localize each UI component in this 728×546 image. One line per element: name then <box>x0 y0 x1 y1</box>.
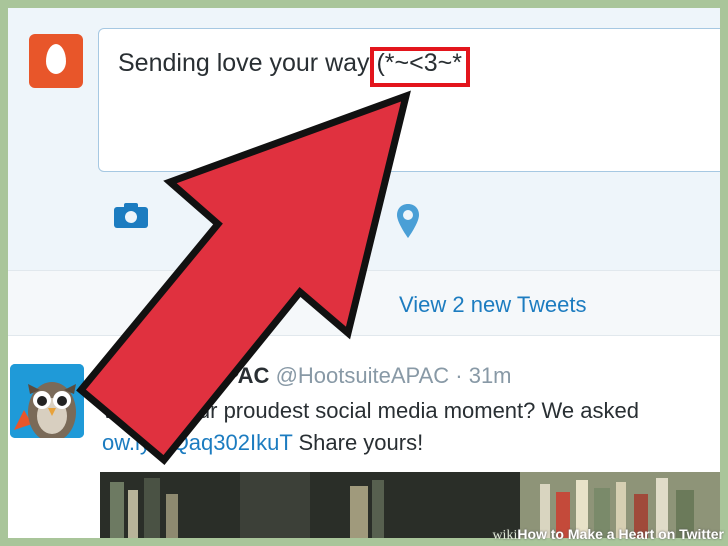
author-avatar[interactable] <box>10 364 84 438</box>
location-pin-icon[interactable] <box>397 204 419 238</box>
watermark-brand: wiki <box>492 528 518 543</box>
new-tweets-bar[interactable]: View 2 new Tweets <box>8 271 720 336</box>
egg-avatar-icon <box>46 44 66 74</box>
author-name[interactable]: Hootsuite APAC <box>102 363 269 388</box>
tweet-text-suffix: Share yours! <box>292 430 424 455</box>
new-tweets-label[interactable]: View 2 new Tweets <box>399 292 587 318</box>
heart-emoticon-highlight <box>370 47 470 87</box>
owl-avatar-icon <box>10 364 84 438</box>
camera-icon[interactable] <box>114 202 148 228</box>
tweet-text-line: What's your proudest social media moment… <box>102 398 639 423</box>
user-avatar[interactable] <box>29 34 83 88</box>
tweet-body: What's your proudest social media moment… <box>102 395 639 459</box>
tweet-author[interactable]: Hootsuite APAC @HootsuiteAPAC · 31m <box>102 363 512 389</box>
screenshot-frame: Sending love your way (*~<3~* View 2 new… <box>8 8 720 538</box>
tweet-text-line-2: ow.ly/XQaq302IkuT Share yours! <box>102 427 639 459</box>
author-handle[interactable]: @HootsuiteAPAC <box>276 363 450 388</box>
wikihow-watermark: wikiHow to Make a Heart on Twitter <box>492 526 724 544</box>
tweet-link[interactable]: ow.ly/XQaq302IkuT <box>102 430 292 455</box>
watermark-title: How to Make a Heart on Twitter <box>517 526 724 542</box>
tweet-time[interactable]: · 31m <box>455 363 511 388</box>
